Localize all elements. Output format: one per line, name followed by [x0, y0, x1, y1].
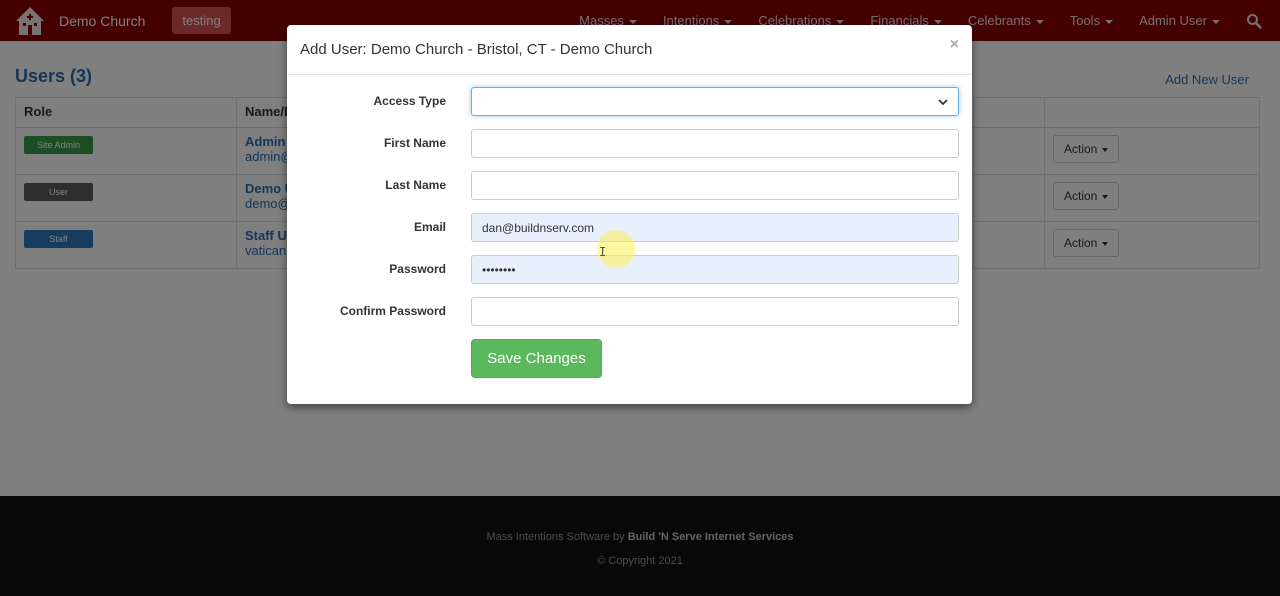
confirm-password-label: Confirm Password: [339, 304, 446, 318]
modal-header: Add User: Demo Church - Bristol, CT - De…: [287, 25, 972, 75]
last-name-field[interactable]: [471, 171, 959, 200]
access-type-label: Access Type: [373, 94, 447, 108]
close-icon[interactable]: ×: [950, 36, 959, 54]
password-label: Password: [389, 262, 446, 276]
password-field[interactable]: [471, 255, 959, 284]
chevron-down-icon: [938, 98, 948, 105]
first-name-row: First Name: [287, 129, 972, 159]
access-type-select[interactable]: [471, 87, 959, 116]
confirm-password-field[interactable]: [471, 297, 959, 326]
email-label: Email: [413, 220, 446, 234]
text-cursor-icon: I: [599, 245, 607, 259]
save-changes-button[interactable]: Save Changes: [471, 339, 602, 378]
first-name-label: First Name: [383, 136, 446, 150]
modal-title: Add User: Demo Church - Bristol, CT - De…: [300, 41, 653, 58]
confirm-password-row: Confirm Password: [287, 297, 972, 327]
last-name-row: Last Name: [287, 171, 972, 201]
add-user-modal: Add User: Demo Church - Bristol, CT - De…: [287, 25, 972, 404]
first-name-field[interactable]: [471, 129, 959, 158]
access-type-row: Access Type: [287, 87, 972, 117]
last-name-label: Last Name: [385, 178, 446, 192]
email-field[interactable]: [471, 213, 959, 242]
